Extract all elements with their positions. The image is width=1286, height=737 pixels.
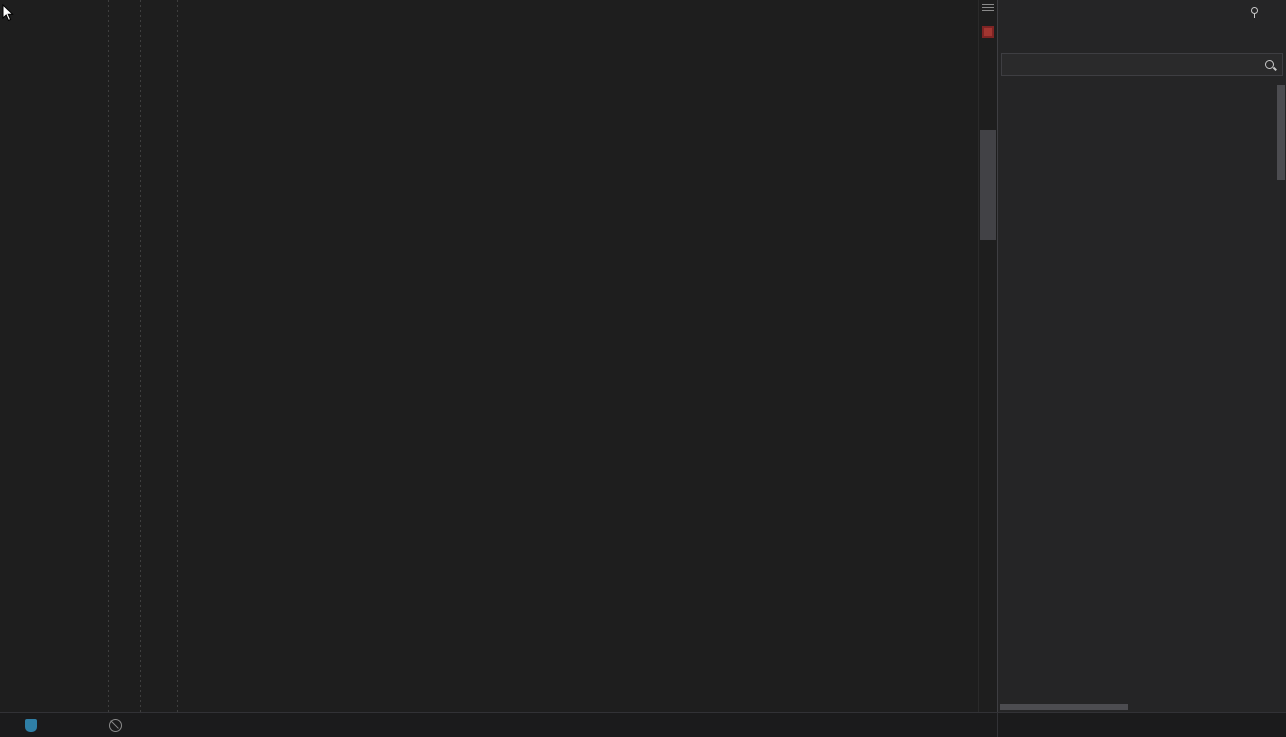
solution-tree	[998, 79, 1286, 702]
solution-explorer-header	[998, 0, 1286, 26]
notifications-muted-icon[interactable]	[109, 719, 122, 732]
solution-explorer-panel	[997, 0, 1286, 712]
tree-scrollbar-thumb[interactable]	[1277, 85, 1285, 180]
code-area[interactable]	[103, 0, 978, 712]
search-box[interactable]	[1001, 53, 1283, 76]
pin-icon[interactable]	[1246, 7, 1263, 22]
vs-window	[0, 0, 1286, 737]
fold-margin[interactable]	[78, 0, 103, 712]
split-editor-handle[interactable]	[982, 4, 994, 12]
search-icon[interactable]	[1265, 60, 1274, 69]
tree-scrollbar[interactable]	[1275, 79, 1286, 702]
mouse-cursor	[2, 4, 14, 27]
status-bar	[0, 713, 997, 737]
panel-tab-strip	[997, 713, 1286, 737]
editor-scrollbar[interactable]	[978, 0, 997, 712]
error-mark-icon	[982, 26, 994, 38]
issues-shield-icon	[25, 719, 37, 732]
tree-horizontal-thumb[interactable]	[1000, 704, 1128, 710]
bottom-bar	[0, 712, 1286, 737]
indent-guide	[177, 0, 178, 712]
code-editor[interactable]	[0, 0, 997, 712]
editor-scrollbar-thumb[interactable]	[980, 130, 996, 240]
search-input[interactable]	[1002, 59, 1265, 71]
indent-guide	[140, 0, 141, 712]
indent-guide	[108, 0, 109, 712]
tree-horizontal-scrollbar[interactable]	[998, 702, 1286, 712]
glyph-margin	[0, 0, 22, 712]
main-area	[0, 0, 1286, 712]
line-number-gutter[interactable]	[22, 0, 78, 712]
solution-explorer-toolbar	[998, 26, 1286, 52]
